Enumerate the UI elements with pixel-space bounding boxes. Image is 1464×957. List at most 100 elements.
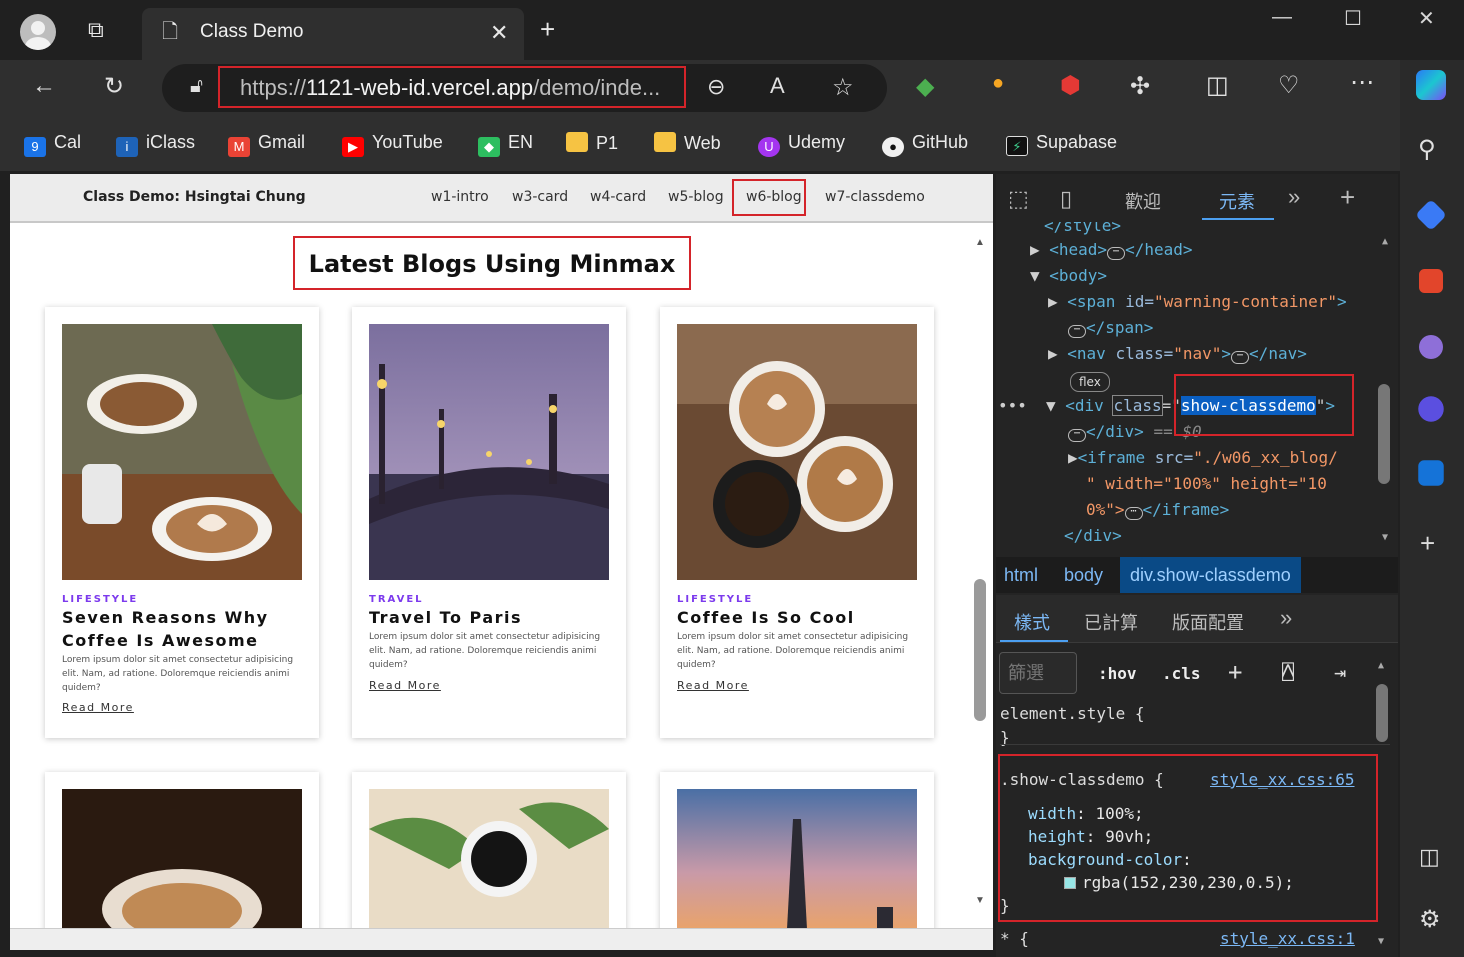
dom-div-end[interactable]: </div> bbox=[1064, 526, 1122, 550]
search-icon[interactable]: ⚲ bbox=[1418, 138, 1436, 162]
bookmark-en[interactable]: ◆ EN bbox=[478, 132, 533, 157]
outlook-icon[interactable] bbox=[1418, 460, 1444, 486]
close-tab-icon[interactable]: ✕ bbox=[490, 22, 508, 44]
tab-elements[interactable]: 元素 bbox=[1219, 188, 1255, 214]
sidebar-toggle-icon[interactable]: ⇥ bbox=[1334, 660, 1346, 684]
device-toggle-icon[interactable]: ▯ bbox=[1060, 186, 1072, 212]
bookmark-cal[interactable]: 9 Cal bbox=[24, 132, 81, 157]
microsoft365-icon[interactable] bbox=[1418, 396, 1444, 422]
tab-computed[interactable]: 已計算 bbox=[1084, 609, 1138, 635]
close-window-icon[interactable]: ✕ bbox=[1418, 6, 1435, 31]
extensions-puzzle-icon[interactable]: ✣ bbox=[1130, 72, 1150, 101]
browser-essentials-icon[interactable]: ♡ bbox=[1278, 71, 1300, 100]
zoom-icon[interactable]: ⊖ bbox=[707, 74, 725, 100]
more-tabs-icon[interactable]: » bbox=[1288, 184, 1300, 210]
tab-class-demo[interactable]: 🗋 Class Demo ✕ bbox=[142, 8, 524, 60]
dom-nav[interactable]: ▶ <nav class="nav"> ⋯ </nav> bbox=[1048, 344, 1307, 368]
breadcrumb-body[interactable]: body bbox=[1064, 565, 1103, 586]
styles-filter-input[interactable] bbox=[999, 652, 1077, 694]
read-more-link[interactable]: Read More bbox=[62, 701, 134, 714]
split-screen-icon[interactable]: ◫ bbox=[1206, 71, 1229, 100]
tab-styles[interactable]: 樣式 bbox=[1014, 609, 1050, 635]
nav-link-w7-classdemo[interactable]: w7-classdemo bbox=[825, 189, 925, 205]
bookmark-gmail[interactable]: M Gmail bbox=[228, 132, 305, 157]
dom-head[interactable]: ▶ <head> ⋯ </head> bbox=[1030, 240, 1193, 264]
minimize-icon[interactable]: — bbox=[1272, 6, 1292, 29]
youtube-icon: ▶ bbox=[342, 137, 364, 157]
nav-link-w3-card[interactable]: w3-card bbox=[512, 189, 568, 205]
tree-scroll-up-icon[interactable]: ▲ bbox=[1382, 236, 1388, 247]
shopping-tag-icon[interactable] bbox=[1415, 199, 1447, 231]
read-more-link[interactable]: Read More bbox=[677, 679, 749, 692]
new-tab-icon[interactable]: + bbox=[540, 16, 555, 42]
back-icon[interactable]: ← bbox=[32, 72, 56, 100]
card-category: LIFESTYLE bbox=[677, 594, 754, 605]
page-scrollbar[interactable]: ▲ ▼ bbox=[972, 229, 988, 919]
bookmark-supabase[interactable]: ⚡ Supabase bbox=[1006, 132, 1117, 156]
read-aloud-icon[interactable]: A bbox=[770, 73, 785, 99]
bookmark-udemy[interactable]: U Udemy bbox=[758, 132, 845, 157]
refresh-icon[interactable]: ↻ bbox=[104, 72, 124, 101]
paint-icon[interactable]: ⍓ bbox=[1282, 660, 1294, 684]
evernote-extension-icon[interactable]: ◆ bbox=[916, 72, 934, 101]
hov-toggle[interactable]: :hov bbox=[1098, 664, 1137, 683]
dom-iframe[interactable]: ▶<iframe src="./w06_xx_blog/ bbox=[1068, 448, 1338, 472]
extension-drop-icon[interactable]: ● bbox=[992, 72, 1004, 95]
url-text[interactable]: https://1121-web-id.vercel.app/demo/inde… bbox=[218, 66, 686, 108]
dom-span-close[interactable]: ⋯ </span> bbox=[1068, 318, 1153, 342]
add-tab-icon[interactable]: + bbox=[1340, 182, 1355, 213]
add-sidebar-icon[interactable]: + bbox=[1420, 530, 1435, 556]
styles-scroll-up-icon[interactable]: ▲ bbox=[1378, 660, 1384, 671]
nav-link-w4-card[interactable]: w4-card bbox=[590, 189, 646, 205]
settings-gear-icon[interactable]: ⚙ bbox=[1419, 908, 1441, 932]
dom-span[interactable]: ▶ <span id="warning-container"> bbox=[1048, 292, 1347, 316]
dom-style-close[interactable]: </style> bbox=[1044, 222, 1121, 240]
scroll-down-icon[interactable]: ▼ bbox=[975, 895, 985, 906]
tab-layout[interactable]: 版面配置 bbox=[1172, 609, 1244, 635]
node-menu-icon[interactable]: ••• bbox=[998, 396, 1027, 420]
favorite-star-icon[interactable]: ☆ bbox=[832, 73, 854, 102]
profile-avatar[interactable] bbox=[20, 14, 56, 50]
bookmark-web[interactable]: Web bbox=[654, 132, 721, 154]
dom-body[interactable]: ▼ <body> bbox=[1030, 266, 1107, 290]
scroll-up-icon[interactable]: ▲ bbox=[975, 237, 985, 248]
new-rule-icon[interactable]: + bbox=[1228, 658, 1242, 686]
bookmark-youtube[interactable]: ▶ YouTube bbox=[342, 132, 443, 157]
tools-icon[interactable] bbox=[1419, 269, 1443, 293]
universal-rule[interactable]: * { bbox=[1000, 929, 1029, 948]
bookmark-p1[interactable]: P1 bbox=[566, 132, 618, 154]
tree-scrollbar-thumb[interactable] bbox=[1378, 384, 1390, 484]
breadcrumb-html[interactable]: html bbox=[1004, 565, 1038, 586]
maximize-icon[interactable]: ☐ bbox=[1344, 6, 1362, 31]
dom-iframe-end[interactable]: 0%"> ⋯ </iframe> bbox=[1086, 500, 1229, 524]
flex-badge[interactable]: flex bbox=[1070, 372, 1110, 392]
nav-link-w1-intro[interactable]: w1-intro bbox=[431, 189, 489, 205]
horizontal-scrollbar[interactable] bbox=[10, 928, 993, 950]
games-icon[interactable] bbox=[1419, 335, 1443, 359]
read-more-link[interactable]: Read More bbox=[369, 679, 441, 692]
nav-brand[interactable]: Class Demo: Hsingtai Chung bbox=[83, 189, 306, 205]
workspaces-icon[interactable]: ⧉ bbox=[88, 19, 104, 41]
more-menu-icon[interactable]: ⋯ bbox=[1350, 68, 1374, 97]
tree-scroll-down-icon[interactable]: ▼ bbox=[1382, 532, 1388, 543]
cls-toggle[interactable]: .cls bbox=[1162, 664, 1201, 683]
styles-scroll-down-icon[interactable]: ▼ bbox=[1378, 936, 1384, 947]
copilot-icon[interactable] bbox=[1416, 70, 1446, 100]
more-style-tabs-icon[interactable]: » bbox=[1280, 605, 1292, 631]
tab-welcome[interactable]: 歡迎 bbox=[1125, 188, 1161, 214]
element-style-rule[interactable]: element.style { bbox=[1000, 704, 1145, 723]
universal-source-link[interactable]: style_xx.css:1 bbox=[1220, 929, 1355, 948]
nav-link-w5-blog[interactable]: w5-blog bbox=[668, 189, 724, 205]
inspect-icon[interactable]: ⬚ bbox=[1008, 186, 1029, 212]
bookmark-iclass[interactable]: i iClass bbox=[116, 132, 195, 157]
sidebar-toggle-icon[interactable]: ◫ bbox=[1419, 846, 1440, 868]
adblock-extension-icon[interactable]: ⬢ bbox=[1060, 71, 1081, 100]
bookmark-github[interactable]: ● GitHub bbox=[882, 132, 968, 157]
bookmarks-bar: 9 Cal i iClass M Gmail ▶ YouTube ◆ EN P1 Web … bbox=[0, 115, 1400, 171]
breadcrumb-div[interactable]: div.show-classdemo bbox=[1120, 557, 1301, 593]
scrollbar-thumb[interactable] bbox=[974, 579, 986, 721]
lock-icon[interactable]: 🔓︎ bbox=[190, 75, 203, 98]
dom-iframe-attrs[interactable]: " width="100%" height="10 bbox=[1086, 474, 1327, 498]
styles-scrollbar-thumb[interactable] bbox=[1376, 684, 1388, 742]
blog-heading: Latest Blogs Using Minmax bbox=[293, 236, 691, 290]
